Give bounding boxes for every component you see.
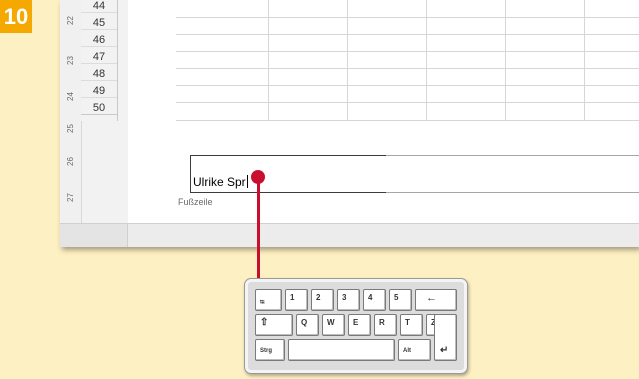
- footer-right-section[interactable]: [586, 155, 639, 193]
- cell-gridline: [176, 102, 639, 103]
- cell-gridline: [176, 85, 639, 86]
- row-number[interactable]: 46: [81, 34, 117, 47]
- row-number[interactable]: 48: [81, 68, 117, 81]
- key-t: T: [400, 314, 423, 336]
- key-2: 2: [311, 289, 334, 311]
- cell-gridline: [426, 0, 427, 121]
- alt-key: Alt: [398, 339, 431, 361]
- status-bar-left: [60, 224, 128, 247]
- footer-left-section[interactable]: Ulrike Spr: [190, 155, 388, 193]
- row-number[interactable]: 45: [81, 17, 117, 30]
- cell-gridline: [268, 0, 269, 121]
- ctrl-key: Strg: [255, 339, 285, 361]
- cell-gridline: [505, 0, 506, 121]
- cell-gridline: [176, 34, 639, 35]
- cell-gridline: [176, 17, 639, 18]
- key-5: 5: [389, 289, 412, 311]
- key-1: 1: [285, 289, 308, 311]
- status-bar: [60, 223, 639, 247]
- footer-text[interactable]: Ulrike Spr: [193, 175, 248, 189]
- row-number[interactable]: 50: [81, 102, 117, 115]
- tab-key: ⭾: [255, 289, 282, 311]
- callout-pointer-dot: [251, 170, 265, 184]
- key-4: 4: [363, 289, 386, 311]
- vertical-ruler: 22 23 24 25 26 27: [60, 0, 82, 223]
- backspace-key: ←: [415, 289, 457, 311]
- footer-center-section[interactable]: [386, 155, 587, 193]
- row-header-column: 44 45 46 47 48 49 50: [81, 0, 118, 121]
- row-number[interactable]: 47: [81, 51, 117, 64]
- space-key: [288, 339, 395, 361]
- key-3: 3: [337, 289, 360, 311]
- ruler-number: 24: [66, 92, 75, 101]
- key-e: E: [348, 314, 371, 336]
- key-r: R: [374, 314, 397, 336]
- cell-gridline: [176, 68, 639, 69]
- keyboard-illustration: ⭾ 1 2 3 4 5 ← ⇧ Q W E R T Z Strg Alt ↵: [244, 278, 468, 374]
- ruler-number: 26: [66, 157, 75, 166]
- step-number-badge: 10: [0, 0, 32, 33]
- row-number[interactable]: 44: [81, 0, 117, 13]
- page-canvas: Ulrike Spr Fußzeile: [128, 0, 639, 223]
- cell-gridline: [176, 120, 639, 121]
- shift-key: ⇧: [255, 314, 293, 336]
- key-w: W: [322, 314, 345, 336]
- footer-label: Fußzeile: [178, 197, 213, 207]
- cell-gridline: [584, 0, 585, 121]
- ruler-number: 23: [66, 56, 75, 65]
- ruler-number: 25: [66, 124, 75, 133]
- ruler-number: 22: [66, 16, 75, 25]
- key-q: Q: [296, 314, 319, 336]
- ruler-number: 27: [66, 193, 75, 202]
- spreadsheet-window: 22 23 24 25 26 27 44 45 46 47 48 49 50 U…: [60, 0, 639, 247]
- text-cursor: [246, 175, 248, 188]
- row-number[interactable]: 49: [81, 85, 117, 98]
- enter-key: ↵: [434, 314, 457, 361]
- cell-gridline: [176, 51, 639, 52]
- cell-gridline: [347, 0, 348, 121]
- callout-pointer-line: [257, 177, 260, 279]
